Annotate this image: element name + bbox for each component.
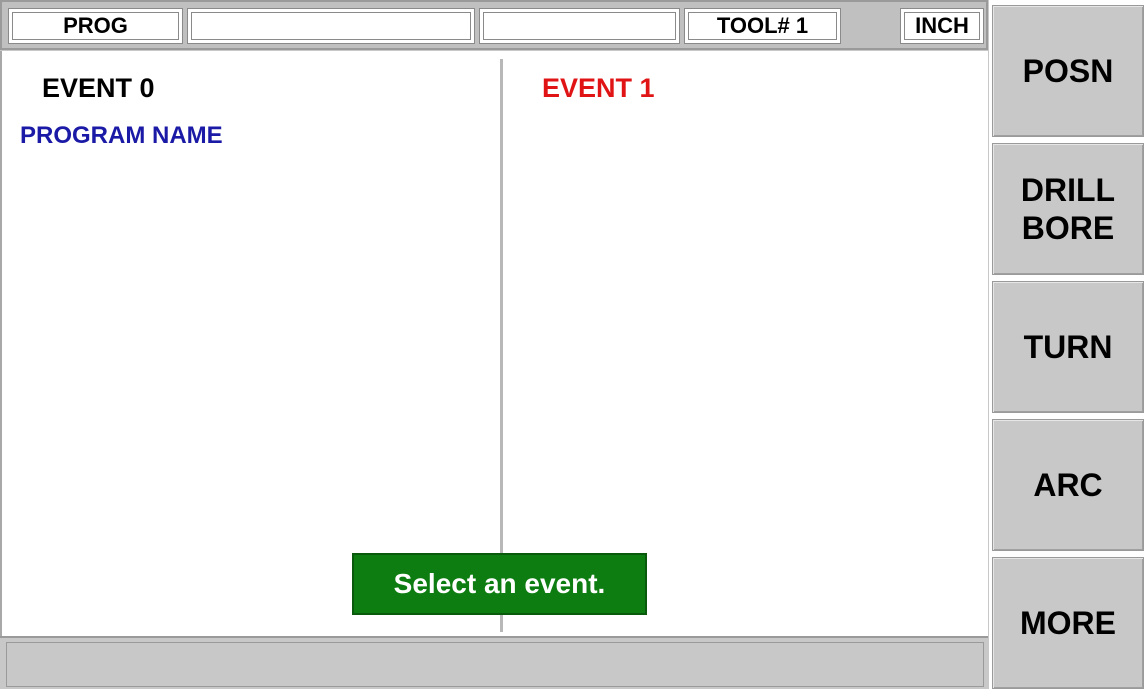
mode-field: PROG	[8, 8, 183, 44]
main-panel: EVENT 0 PROGRAM NAME EVENT 1 Select an e…	[0, 51, 988, 638]
more-softkey[interactable]: MORE	[992, 557, 1144, 689]
status-field-3	[479, 8, 680, 44]
drill-softkey-label: DRILL	[1020, 171, 1116, 208]
units-field: INCH	[900, 8, 984, 44]
arc-softkey[interactable]: ARC	[992, 419, 1144, 551]
status-bar: PROG TOOL# 1 INCH	[0, 0, 988, 50]
event-0-title[interactable]: EVENT 0	[42, 73, 155, 104]
drill-bore-softkey[interactable]: DRILL BORE	[992, 143, 1144, 275]
posn-softkey[interactable]: POSN	[992, 5, 1144, 137]
bottom-bar	[0, 636, 988, 689]
arc-softkey-label: ARC	[1033, 466, 1103, 503]
event-divider	[500, 59, 503, 632]
status-field-2	[187, 8, 475, 44]
posn-softkey-label: POSN	[1022, 52, 1114, 89]
program-name-label[interactable]: PROGRAM NAME	[20, 122, 223, 150]
message-box: Select an event.	[352, 553, 647, 615]
more-softkey-label: MORE	[1020, 604, 1116, 641]
turn-softkey[interactable]: TURN	[992, 281, 1144, 413]
softkey-panel: POSN DRILL BORE TURN ARC MORE	[989, 0, 1144, 689]
input-line[interactable]	[6, 642, 984, 687]
turn-softkey-label: TURN	[1023, 328, 1113, 365]
event-1-title[interactable]: EVENT 1	[542, 73, 655, 104]
bore-softkey-label: BORE	[1021, 210, 1115, 246]
tool-field: TOOL# 1	[684, 8, 841, 44]
